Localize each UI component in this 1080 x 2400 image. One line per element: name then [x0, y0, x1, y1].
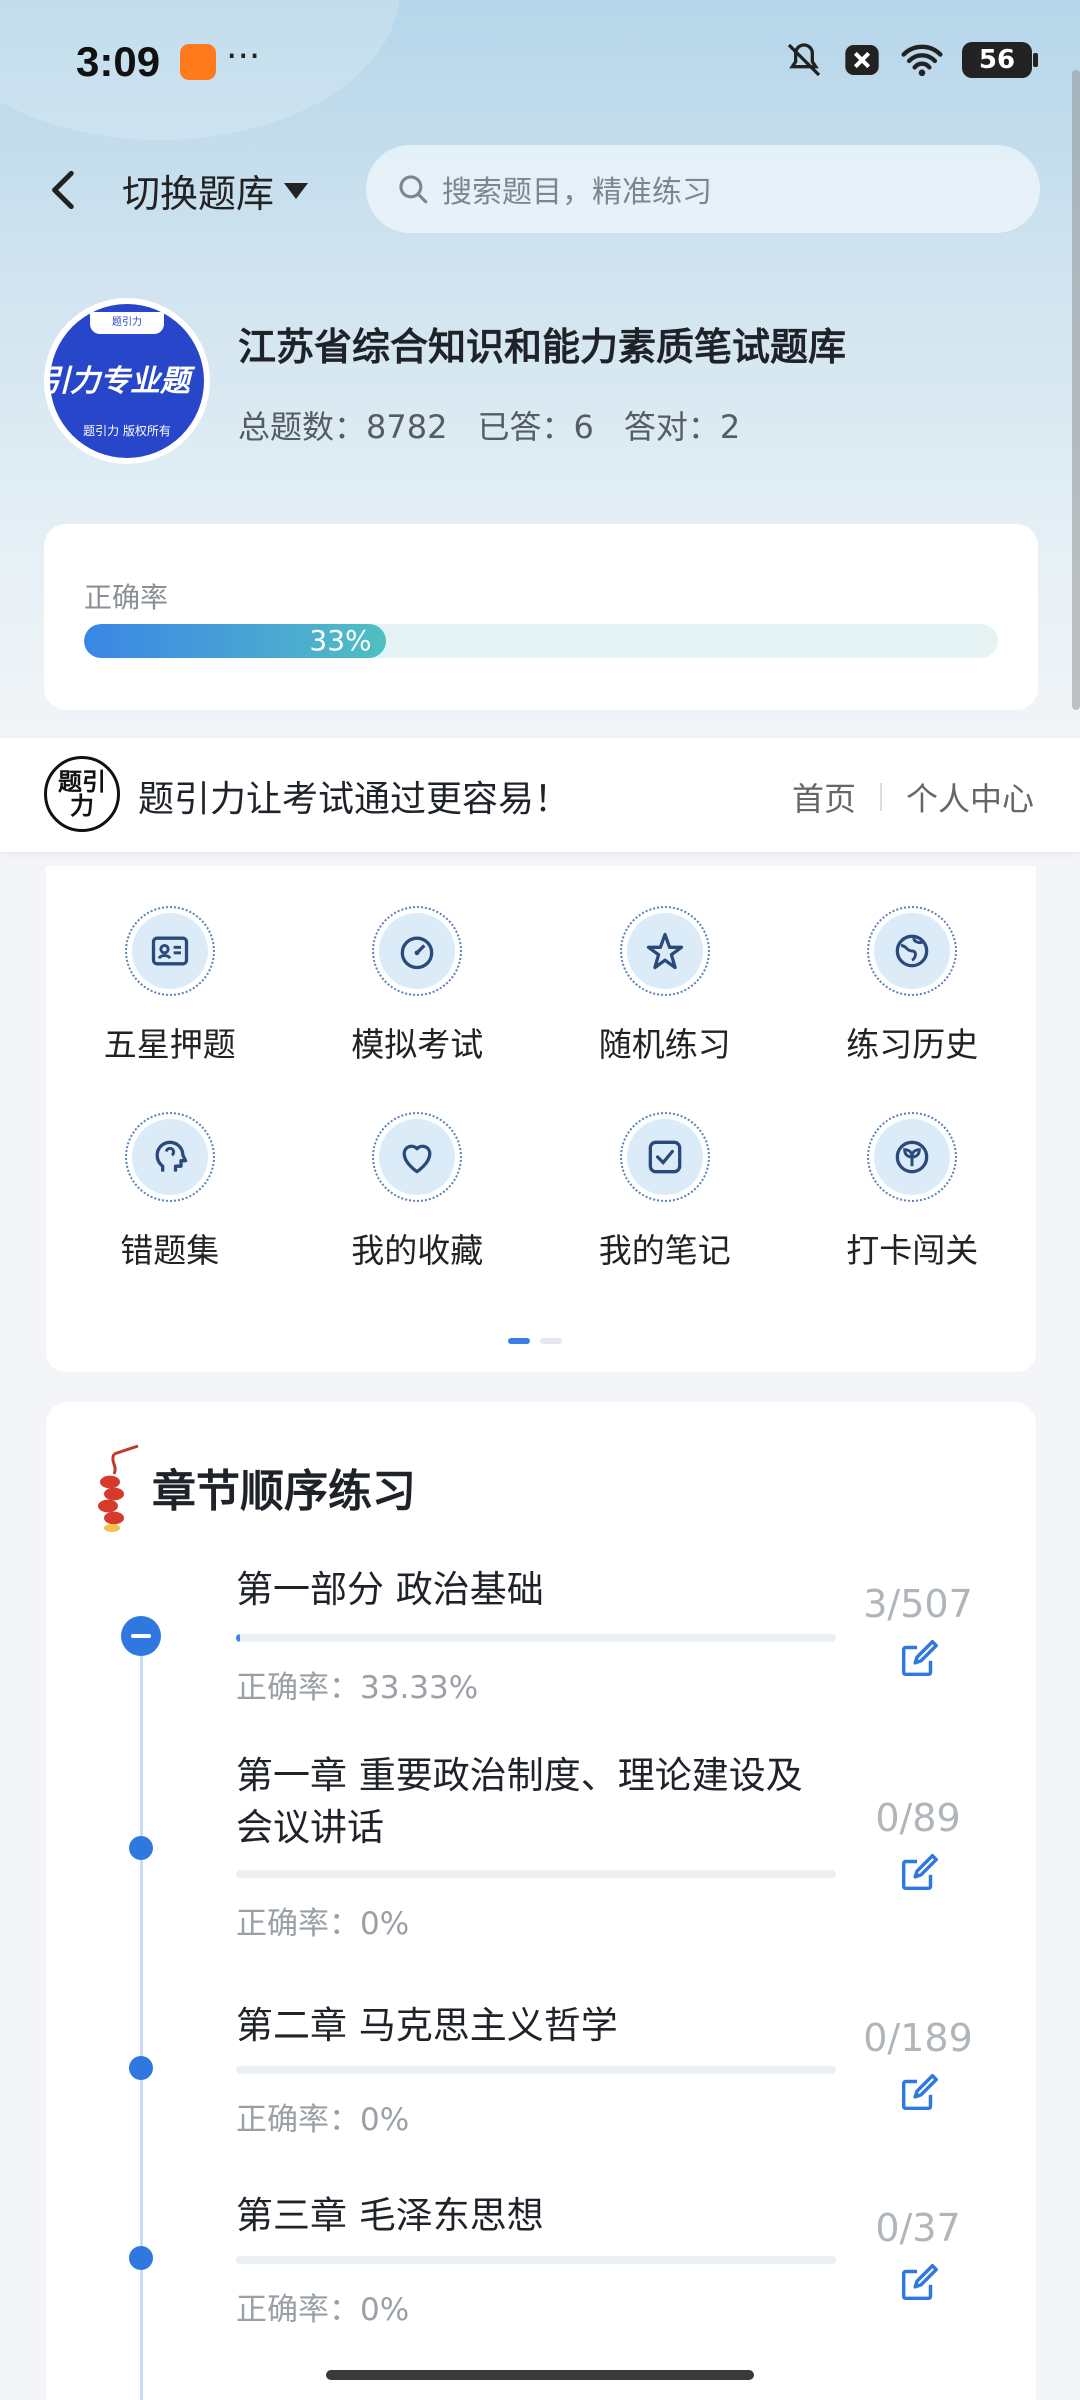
switch-bank-button[interactable]: 切换题库 — [122, 163, 310, 218]
accuracy-card: 正确率 33% — [44, 524, 1038, 710]
chapter-progress-bar — [236, 2066, 836, 2074]
search-icon — [399, 175, 428, 204]
accuracy-progress-bar: 33% — [84, 624, 998, 658]
close-box-icon — [845, 45, 879, 75]
chapter-name: 第一部分 政治基础 — [236, 1568, 544, 1611]
accuracy-percent: 33% — [309, 624, 372, 657]
id-card-icon — [151, 936, 188, 966]
chapter-timeline — [140, 1632, 143, 2400]
answered-count: 已答：6 — [477, 408, 594, 446]
feature-checkin[interactable]: 打卡闯关 — [789, 1112, 1037, 1272]
feature-label: 我的收藏 — [351, 1231, 484, 1270]
timeline-node — [129, 1836, 153, 1860]
feature-notes[interactable]: 我的笔记 — [541, 1112, 789, 1272]
switch-bank-label: 切换题库 — [122, 172, 275, 216]
head-icon — [155, 1140, 187, 1172]
gauge-icon — [400, 936, 434, 970]
search-input[interactable]: 搜索题目，精准练习 — [366, 145, 1040, 233]
page-dot — [540, 1338, 562, 1344]
heart-icon — [402, 1144, 432, 1174]
chapter-count: 0/89 — [875, 1796, 961, 1840]
chapter-name: 第一章 重要政治制度、理论建设及会议讲话 — [236, 1754, 803, 1849]
feature-label: 随机练习 — [598, 1025, 731, 1064]
edit-icon[interactable] — [896, 1636, 942, 1682]
nav-personal-link[interactable]: 个人中心 — [906, 774, 1034, 820]
status-bar: 3:09 ··· 56 — [0, 0, 1080, 125]
chapter-progress-fill — [236, 1634, 240, 1642]
edit-icon[interactable] — [896, 2070, 942, 2116]
chapter-count: 0/37 — [875, 2206, 961, 2250]
feature-history[interactable]: 练习历史 — [789, 906, 1037, 1066]
wifi-icon — [901, 44, 943, 77]
feature-label: 打卡闯关 — [846, 1231, 979, 1270]
chapter-accuracy: 正确率：0% — [236, 1906, 410, 1942]
banner-nav: 首页 个人中心 — [792, 774, 1034, 820]
edit-icon[interactable] — [896, 2260, 942, 2306]
battery-icon: 56 — [962, 42, 1038, 78]
leaf-icon — [895, 1140, 929, 1174]
top-header: 切换题库 搜索题目，精准练习 — [0, 145, 1080, 235]
edit-icon[interactable] — [896, 1850, 942, 1896]
status-time: 3:09 — [76, 38, 161, 85]
collapse-node-icon[interactable] — [121, 1616, 161, 1656]
brand-logo: 题引力 — [44, 756, 120, 832]
total-count: 总题数：8782 — [238, 408, 448, 446]
chapter-progress-bar — [236, 1634, 836, 1642]
notification-app-icon — [180, 44, 216, 80]
search-placeholder: 搜索题目，精准练习 — [442, 175, 712, 210]
feature-label: 错题集 — [120, 1231, 220, 1270]
logo-top-text: 题引力 — [90, 312, 164, 334]
chapter-progress-bar — [236, 2256, 836, 2264]
compass-star-icon — [646, 932, 683, 970]
feature-label: 模拟考试 — [351, 1025, 484, 1064]
back-arrow-icon[interactable] — [40, 165, 90, 215]
feature-wrong-questions[interactable]: 错题集 — [46, 1112, 294, 1272]
feature-label: 五星押题 — [103, 1025, 236, 1064]
mute-bell-icon — [787, 43, 821, 77]
caret-down-icon — [284, 182, 309, 199]
bank-stats: 总题数：8782 已答：6 答对：2 — [238, 402, 740, 448]
logo-bottom-text: 题引力 版权所有 — [83, 424, 171, 438]
chapter-accuracy: 正确率：0% — [236, 2292, 410, 2328]
feature-five-star[interactable]: 五星押题 — [46, 906, 294, 1066]
bank-title: 江苏省综合知识和能力素质笔试题库 — [238, 325, 847, 369]
accuracy-progress-fill: 33% — [84, 624, 386, 658]
chapter-section-title: 章节顺序练习 — [152, 1466, 416, 1517]
chapter-section-header: 章节顺序练习 — [86, 1442, 416, 1532]
chapter-count: 0/189 — [863, 2016, 973, 2060]
globe-icon — [895, 934, 929, 968]
chapter-practice-card: 章节顺序练习 第一部分 政治基础 正确率：33.33% 3/507 第一章 重要… — [46, 1402, 1036, 2400]
promo-banner: 题引力 题引力让考试通过更容易！ 首页 个人中心 — [0, 738, 1080, 852]
feature-grid-card: 五星押题 模拟考试 随机练习 练习历史 错题集 我的收藏 我的笔记 打卡闯关 — [46, 866, 1036, 1372]
banner-slogan: 题引力让考试通过更容易！ — [138, 779, 571, 820]
feature-label: 练习历史 — [846, 1025, 979, 1064]
nav-home-link[interactable]: 首页 — [792, 774, 856, 820]
accuracy-label: 正确率 — [84, 581, 169, 614]
feature-favorites[interactable]: 我的收藏 — [294, 1112, 542, 1272]
page-indicator — [508, 1338, 562, 1344]
chapter-progress-bar — [236, 1870, 836, 1878]
chapter-accuracy: 正确率：33.33% — [236, 1670, 479, 1706]
correct-count: 答对：2 — [623, 408, 741, 446]
checkbox-icon — [648, 1140, 682, 1174]
chapter-count: 3/507 — [863, 1582, 973, 1626]
page-dot-active — [508, 1338, 530, 1344]
feature-random-practice[interactable]: 随机练习 — [541, 906, 789, 1066]
more-notifications-icon: ··· — [226, 36, 261, 77]
chapter-name: 第三章 毛泽东思想 — [236, 2194, 544, 2237]
nav-divider — [879, 783, 882, 811]
timeline-node — [129, 2246, 153, 2270]
feature-grid: 五星押题 模拟考试 随机练习 练习历史 错题集 我的收藏 我的笔记 打卡闯关 — [46, 906, 1036, 1272]
chapter-accuracy: 正确率：0% — [236, 2102, 410, 2138]
feature-mock-exam[interactable]: 模拟考试 — [294, 906, 542, 1066]
timeline-node — [129, 2056, 153, 2080]
firecracker-icon — [98, 1444, 139, 1532]
feature-label: 我的笔记 — [598, 1231, 731, 1270]
chapter-name: 第二章 马克思主义哲学 — [236, 2004, 618, 2047]
bank-logo: 题引力 引力专业题 题引力 版权所有 — [44, 298, 210, 464]
home-indicator[interactable] — [326, 2370, 754, 2380]
logo-main-text: 引力专业题 — [50, 364, 190, 399]
